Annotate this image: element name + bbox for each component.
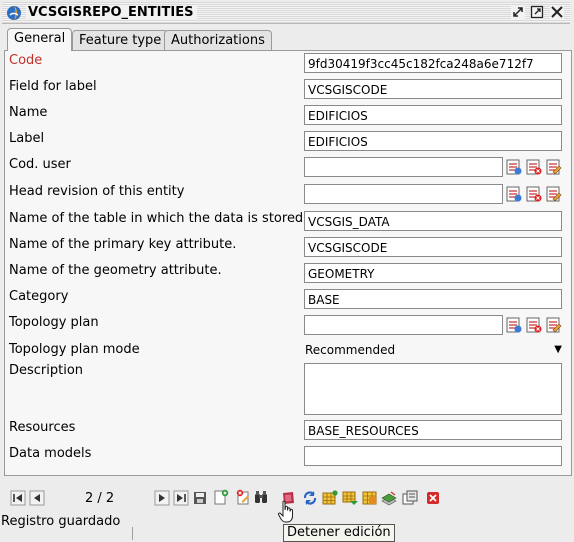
maximize-icon[interactable] (530, 5, 544, 19)
tab-feature-type[interactable]: Feature type (72, 30, 169, 50)
statusbar-divider (132, 527, 133, 540)
form-view-icon[interactable] (402, 490, 418, 506)
next-record-icon[interactable] (154, 490, 170, 506)
dropdown-arrow-icon: ▼ (554, 344, 562, 355)
new-record-icon[interactable] (213, 489, 229, 505)
app-logo-icon (7, 6, 21, 20)
table-clear-icon[interactable] (526, 186, 542, 202)
label-field[interactable]: EDIFICIOS (304, 131, 562, 151)
table-options-icon[interactable] (362, 490, 378, 506)
export-table-icon[interactable] (342, 490, 358, 506)
data-models-label: Data models (9, 446, 92, 461)
tooltip: Detener edición (283, 524, 395, 542)
label-label: Label (9, 131, 45, 146)
resources-label: Resources (9, 420, 76, 435)
save-icon[interactable] (192, 490, 208, 506)
close-icon[interactable] (550, 5, 564, 19)
category-label: Category (9, 289, 69, 304)
status-message: Registro guardado (1, 514, 121, 529)
hand-cursor-icon (277, 500, 293, 523)
table-clear-icon[interactable] (526, 317, 542, 333)
resources-field[interactable]: BASE_RESOURCES (304, 420, 562, 440)
add-to-table-icon[interactable] (322, 490, 338, 506)
data-models-field[interactable] (304, 446, 562, 466)
topology-plan-mode-select[interactable]: Recommended ▼ (304, 342, 564, 358)
table-select-icon[interactable] (506, 159, 522, 175)
window-title: VCSGISREPO_ENTITIES (26, 5, 198, 20)
code-field[interactable]: 9fd30419f3cc45c182fca248a6e712f7 (304, 53, 562, 73)
primary-key-label: Name of the primary key attribute. (9, 237, 237, 252)
name-field[interactable]: EDIFICIOS (304, 105, 562, 125)
field-for-label-field[interactable]: VCSGISCODE (304, 79, 562, 99)
table-edit-icon[interactable] (546, 159, 562, 175)
primary-key-field[interactable]: VCSGISCODE (304, 237, 562, 257)
cod-user-field[interactable] (304, 157, 503, 177)
last-record-icon[interactable] (173, 490, 189, 506)
table-select-icon[interactable] (506, 186, 522, 202)
description-field[interactable] (304, 363, 562, 415)
topology-plan-label: Topology plan (9, 315, 99, 330)
table-edit-icon[interactable] (546, 186, 562, 202)
table-name-field[interactable]: VCSGIS_DATA (304, 211, 562, 231)
first-record-icon[interactable] (10, 490, 26, 506)
tab-general[interactable]: General (7, 28, 73, 51)
field-for-label-label: Field for label (9, 79, 97, 94)
map-layer-icon[interactable] (381, 490, 397, 506)
code-label: Code (9, 53, 43, 68)
title-bar[interactable]: VCSGISREPO_ENTITIES (2, 2, 570, 24)
geometry-attribute-label: Name of the geometry attribute. (9, 263, 222, 278)
name-label: Name (9, 105, 48, 120)
head-revision-label: Head revision of this entity (9, 184, 185, 199)
table-select-icon[interactable] (506, 317, 522, 333)
topology-plan-mode-label: Topology plan mode (9, 342, 140, 357)
delete-record-icon[interactable] (235, 489, 251, 505)
restore-icon[interactable] (511, 5, 525, 19)
table-edit-icon[interactable] (546, 317, 562, 333)
category-field[interactable]: BASE (304, 289, 562, 309)
tab-authorizations[interactable]: Authorizations (164, 30, 272, 50)
table-name-label: Name of the table in which the data is s… (9, 211, 304, 226)
geometry-attribute-field[interactable]: GEOMETRY (304, 263, 562, 283)
topology-plan-field[interactable] (304, 315, 503, 335)
tab-bar: General Feature type Authorizations (4, 28, 570, 51)
refresh-icon[interactable] (302, 490, 318, 506)
search-binoculars-icon[interactable] (253, 489, 269, 505)
entity-form-window: VCSGISREPO_ENTITIES General Feature type… (0, 0, 574, 542)
record-position: 2 / 2 (85, 491, 115, 506)
head-revision-field[interactable] (304, 184, 503, 204)
table-clear-icon[interactable] (526, 159, 542, 175)
previous-record-icon[interactable] (29, 490, 45, 506)
cod-user-label: Cod. user (9, 157, 71, 172)
description-label: Description (9, 363, 84, 378)
close-form-icon[interactable] (425, 490, 441, 506)
